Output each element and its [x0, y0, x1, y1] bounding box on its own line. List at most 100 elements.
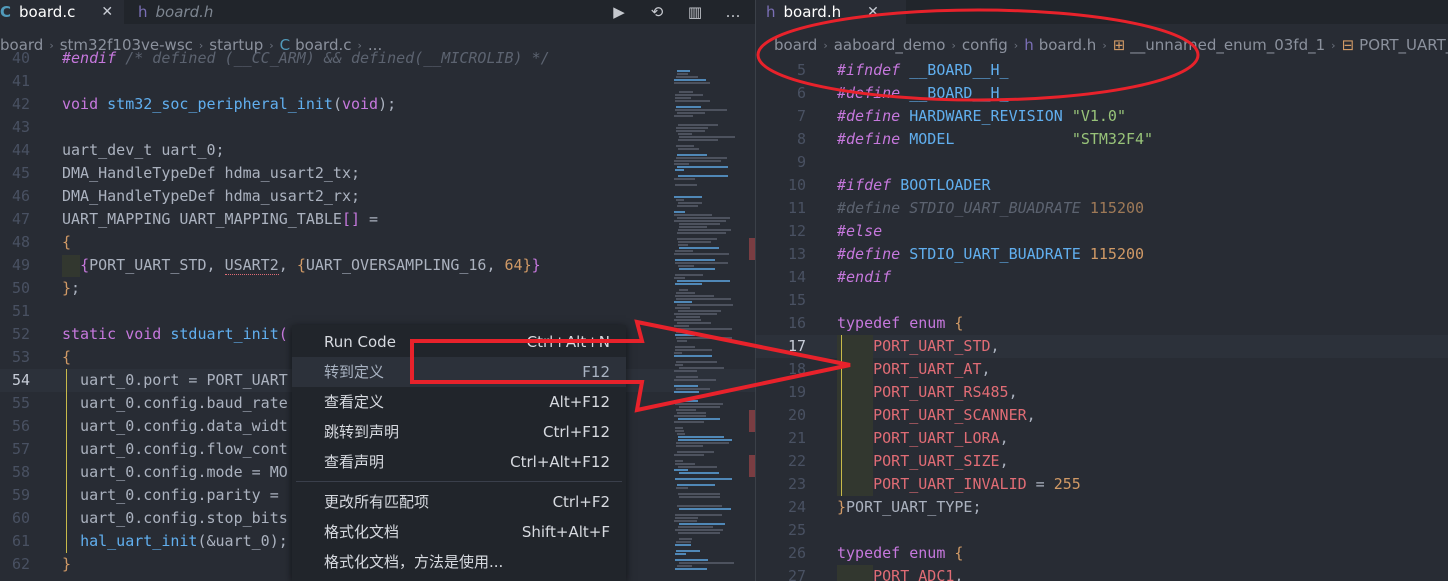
code-line[interactable]: 6 #define __BOARD__H_	[756, 82, 1448, 105]
menu-item[interactable]: Run Code Ctrl+Alt+N	[292, 327, 626, 357]
menu-item[interactable]: 转到定义 F12	[292, 357, 626, 387]
minimap-line	[678, 493, 720, 495]
code-line[interactable]: 16 typedef enum {	[756, 312, 1448, 335]
close-icon[interactable]: ✕	[101, 4, 113, 20]
minimap-line	[674, 400, 698, 402]
chevron-right-icon: ›	[1013, 38, 1019, 52]
code-token: }	[62, 279, 72, 297]
code-token: {	[62, 233, 72, 251]
minimap-line	[675, 559, 708, 561]
line-number: 9	[796, 153, 806, 171]
code-line[interactable]: 45 DMA_HandleTypeDef hdma_usart2_tx;	[0, 162, 755, 185]
breadcrumb-item[interactable]: __unnamed_enum_03fd_1	[1130, 36, 1325, 54]
minimap-line	[674, 313, 717, 315]
menu-item[interactable]: 查看定义 Alt+F12	[292, 387, 626, 417]
code-line[interactable]: 51	[0, 300, 755, 323]
breadcrumb-item[interactable]: board.h	[1039, 36, 1097, 54]
code-text: #define __BOARD__H_	[837, 82, 1009, 105]
menu-item[interactable]: 跳转到声明 Ctrl+F12	[292, 417, 626, 447]
minimap-line	[675, 334, 695, 336]
menu-item[interactable]: 格式化文档，方法是使用...	[292, 547, 626, 577]
menu-item[interactable]: 查看声明 Ctrl+Alt+F12	[292, 447, 626, 477]
code-token: "V1.0"	[1071, 107, 1126, 125]
code-line[interactable]: 8 #define MODEL "STM32F4"	[756, 128, 1448, 151]
code-token: BOOTLOADER	[900, 176, 991, 194]
menu-item-shortcut: Ctrl+F2	[552, 493, 610, 511]
code-token: DMA_HandleTypeDef hdma_usart2_tx;	[62, 164, 361, 182]
code-line[interactable]: 11 #define STDIO_UART_BUADRATE 115200	[756, 197, 1448, 220]
code-token: 115200	[1089, 199, 1145, 217]
minimap-line	[679, 247, 719, 249]
code-line[interactable]: 5 #ifndef __BOARD__H_	[756, 59, 1448, 82]
code-line[interactable]: 47 UART_MAPPING UART_MAPPING_TABLE[] =	[0, 208, 755, 231]
tab-board-h[interactable]: h board.h	[138, 0, 238, 24]
code-line[interactable]: 49 {PORT_UART_STD, USART2, {UART_OVERSAM…	[0, 254, 755, 277]
minimap-line	[675, 568, 707, 570]
code-token: =	[1026, 475, 1054, 493]
code-token: PORT_ADC1	[873, 567, 955, 581]
breadcrumb-item[interactable]: PORT_UART_STD	[1359, 36, 1448, 54]
code-line[interactable]: 12 #else	[756, 220, 1448, 243]
tab-board-c[interactable]: C board.c ✕	[0, 0, 124, 24]
code-token: ,	[981, 360, 991, 378]
menu-item[interactable]: 格式化文档 Shift+Alt+F	[292, 517, 626, 547]
minimap-line	[678, 244, 688, 246]
code-text: uart_0.config.data_widt	[62, 415, 288, 438]
code-line[interactable]: 25	[756, 519, 1448, 542]
line-number: 21	[787, 429, 806, 447]
breadcrumb-item[interactable]: aaboard_demo	[834, 36, 946, 54]
code-text: hal_uart_init(&uart_0);	[62, 530, 288, 553]
code-text: void stm32_soc_peripheral_init(void);	[62, 93, 396, 116]
split-editor-icon[interactable]: ▥	[676, 3, 714, 21]
code-token: PORT_UART_TYPE;	[846, 498, 982, 516]
code-line[interactable]: 15	[756, 289, 1448, 312]
minimap-line	[675, 259, 715, 261]
code-line[interactable]: 48 {	[0, 231, 755, 254]
close-icon[interactable]: ✕	[867, 4, 879, 20]
line-number: 48	[11, 233, 30, 251]
line-number: 26	[787, 544, 806, 562]
code-token: }	[837, 498, 847, 516]
line-number: 52	[11, 325, 30, 343]
minimap-line	[677, 505, 722, 507]
code-line[interactable]: 40 #endif /* defined (__CC_ARM) && define…	[0, 47, 755, 70]
code-line[interactable]: 7 #define HARDWARE_REVISION "V1.0"	[756, 105, 1448, 128]
minimap-line	[676, 445, 703, 447]
h-file-icon: h	[138, 3, 148, 21]
breadcrumb-item[interactable]: board	[774, 36, 817, 54]
more-actions-icon[interactable]: …	[714, 3, 752, 21]
indent-highlight	[837, 565, 873, 581]
code-line[interactable]: 43	[0, 116, 755, 139]
code-token: PORT_UART_AT	[873, 360, 982, 378]
menu-item[interactable]: 更改所有匹配项 Ctrl+F2	[292, 487, 626, 517]
line-number: 43	[11, 118, 30, 136]
minimap-line	[675, 97, 691, 99]
run-icon[interactable]: ▶	[600, 3, 638, 21]
tab-board-h[interactable]: h board.h ✕	[756, 0, 906, 24]
compare-icon[interactable]: ⟲	[638, 3, 676, 21]
code-line[interactable]: 42 void stm32_soc_peripheral_init(void);	[0, 93, 755, 116]
code-line[interactable]: 24}PORT_UART_TYPE;	[756, 496, 1448, 519]
code-text: static void stduart_init(	[62, 323, 288, 346]
code-line[interactable]: 46 DMA_HandleTypeDef hdma_usart2_rx;	[0, 185, 755, 208]
code-token: __BOARD__H_	[909, 84, 1009, 102]
code-line[interactable]: 10 #ifdef BOOTLOADER	[756, 174, 1448, 197]
minimap[interactable]	[672, 62, 738, 581]
minimap-line	[677, 340, 687, 342]
code-line[interactable]: 44 uart_dev_t uart_0;	[0, 139, 755, 162]
code-text: typedef enum {	[837, 542, 963, 565]
code-token: ,	[999, 452, 1009, 470]
minimap-line	[678, 202, 702, 204]
code-line[interactable]: 41	[0, 70, 755, 93]
code-line[interactable]: 50};	[0, 277, 755, 300]
breadcrumb-item[interactable]: config	[962, 36, 1008, 54]
line-number: 54	[11, 371, 30, 389]
code-line[interactable]: 9	[756, 151, 1448, 174]
code-line[interactable]: 13 #define STDIO_UART_BUADRATE 115200	[756, 243, 1448, 266]
code-token: MODEL	[909, 130, 955, 148]
code-line[interactable]: 14 #endif	[756, 266, 1448, 289]
code-line[interactable]: 26 typedef enum {	[756, 542, 1448, 565]
minimap-line	[674, 319, 701, 321]
